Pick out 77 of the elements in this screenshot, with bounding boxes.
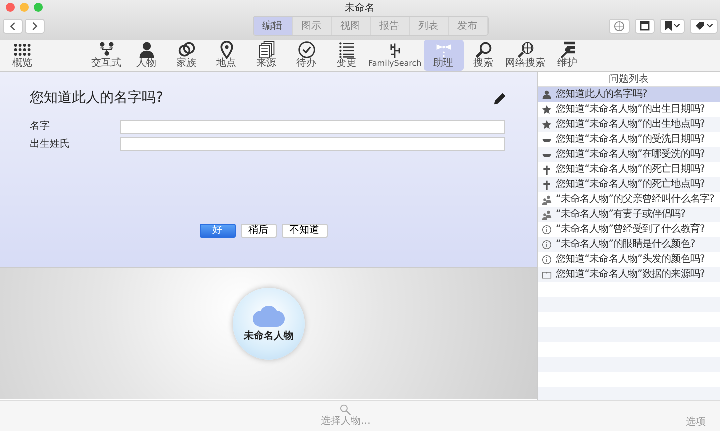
cross-icon xyxy=(542,180,552,190)
chevron-right-icon xyxy=(32,22,38,30)
input-field[interactable] xyxy=(120,137,505,151)
chevron-left-icon xyxy=(10,22,16,30)
question-title: 您知道此人的名字吗? xyxy=(30,89,164,108)
chart-icon xyxy=(98,41,116,59)
search-icon xyxy=(474,41,493,59)
parents-icon xyxy=(542,210,552,220)
list-icon xyxy=(338,41,356,59)
bookmark-button[interactable] xyxy=(660,18,684,34)
question-item[interactable]: 您知道“未命名人物”的受洗日期吗? xyxy=(538,132,720,147)
question-item[interactable]: 您知道“未命名人物”在哪受洗的吗? xyxy=(538,147,720,162)
caret-icon xyxy=(674,24,680,28)
map-pin-icon xyxy=(218,41,236,59)
checkmark-circle-icon xyxy=(298,41,316,59)
tag-icon xyxy=(694,21,704,31)
toolbar-button[interactable]: 网络搜索 xyxy=(504,40,548,71)
person-name: 未命名人物 xyxy=(244,330,294,344)
toolbar-button[interactable]: 来源 xyxy=(246,40,286,71)
info-icon xyxy=(542,240,552,250)
back-button[interactable] xyxy=(2,18,22,34)
toolbar-button[interactable]: 助理 xyxy=(424,40,464,71)
question-item[interactable]: “未命名人物”的父亲曾经叫什么名字? xyxy=(538,192,720,207)
question-item[interactable]: 您知道“未命名人物”头发的颜色吗? xyxy=(538,252,720,267)
cross-icon xyxy=(542,164,552,174)
input-field[interactable] xyxy=(120,120,505,134)
caret-icon xyxy=(706,24,712,28)
info-icon xyxy=(542,224,552,234)
tab[interactable]: 编辑 xyxy=(254,17,292,35)
question-item[interactable]: 您知道“未命名人物”数据的来源吗? xyxy=(538,267,720,282)
parents-icon xyxy=(542,194,552,204)
toolbar-button[interactable]: 概览 xyxy=(2,40,42,71)
toolbar-button[interactable]: 家族 xyxy=(166,40,206,71)
search-icon xyxy=(339,404,352,416)
star-icon xyxy=(542,120,552,130)
window-icon xyxy=(640,21,650,31)
zoom-button[interactable] xyxy=(34,3,43,12)
tag-button[interactable] xyxy=(690,18,718,34)
person-icon xyxy=(138,41,156,59)
toolbar-button[interactable]: 交互式 xyxy=(86,40,126,71)
book-icon xyxy=(542,270,552,280)
question-item[interactable]: “未命名人物”有妻子或伴侣吗? xyxy=(538,207,720,222)
toolbar-button[interactable]: FamilySearch xyxy=(366,40,424,71)
window-button[interactable] xyxy=(634,18,654,34)
question-item[interactable]: “未命名人物”曾经受到了什么教育? xyxy=(538,222,720,237)
forward-button[interactable] xyxy=(25,18,45,34)
window-title: 未命名 xyxy=(345,3,375,14)
answer-button[interactable]: 稍后 xyxy=(240,224,276,238)
bookmark-icon xyxy=(664,21,672,31)
answer-button[interactable]: 不知道 xyxy=(282,224,328,238)
grid-icon xyxy=(14,41,32,59)
question-item[interactable]: 您知道“未命名人物”的出生地点吗? xyxy=(538,117,720,132)
rings-icon xyxy=(178,41,196,59)
toolbar-button[interactable]: 变更 xyxy=(326,40,366,71)
person-node[interactable]: 未命名人物 xyxy=(233,288,305,360)
close-button[interactable] xyxy=(6,3,15,12)
question-item[interactable]: 您知道“未命名人物”的死亡日期吗? xyxy=(538,162,720,177)
toolbar-button[interactable]: 地点 xyxy=(206,40,246,71)
info-icon xyxy=(542,254,552,264)
maintenance-icon xyxy=(558,41,577,59)
field-label: 出生姓氏 xyxy=(30,138,71,152)
toolbar-button[interactable]: 维护 xyxy=(548,40,588,71)
globe-search-icon xyxy=(516,41,535,59)
share-button[interactable] xyxy=(608,18,630,34)
field-label: 名字 xyxy=(30,120,51,134)
question-item[interactable]: 您知道“未命名人物”的死亡地点吗? xyxy=(538,177,720,192)
toolbar-button[interactable]: 搜索 xyxy=(464,40,504,71)
list-title: 问题列表 xyxy=(609,74,649,85)
globe-icon xyxy=(614,20,624,32)
question-item[interactable]: 您知道此人的名字吗? xyxy=(538,87,720,102)
toolbar-button[interactable]: 人物 xyxy=(126,40,166,71)
question-item[interactable]: 您知道“未命名人物”的出生日期吗? xyxy=(538,102,720,117)
pencil-icon xyxy=(493,92,507,106)
person-icon xyxy=(542,90,552,100)
question-item[interactable]: “未命名人物”的眼睛是什么颜色? xyxy=(538,237,720,252)
toolbar-button[interactable]: 待办 xyxy=(286,40,326,71)
star-icon xyxy=(542,104,552,114)
